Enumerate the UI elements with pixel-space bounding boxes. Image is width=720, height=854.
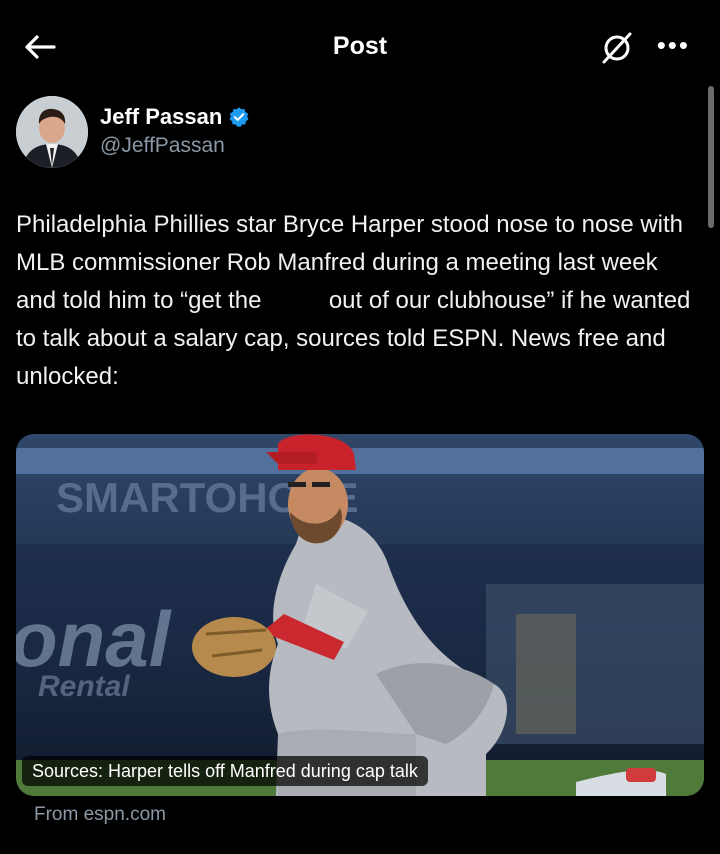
top-actions: •••: [599, 30, 690, 66]
scrollbar[interactable]: [708, 86, 714, 228]
grok-icon[interactable]: [599, 30, 635, 66]
author-handle[interactable]: @JeffPassan: [100, 134, 225, 158]
link-card-caption: Sources: Harper tells off Manfred during…: [22, 756, 428, 786]
verified-badge-icon: [229, 107, 249, 127]
top-bar: Post •••: [0, 0, 720, 84]
avatar[interactable]: [16, 96, 88, 168]
more-horizontal-icon[interactable]: •••: [657, 32, 690, 58]
link-source[interactable]: From espn.com: [34, 804, 166, 826]
author-name[interactable]: Jeff Passan: [100, 104, 250, 130]
link-card-image[interactable]: SMARTOHONE onal Rental Sources: Harper t…: [16, 434, 704, 796]
post-header: Jeff Passan @JeffPassan: [16, 96, 616, 170]
author-name-text[interactable]: Jeff Passan: [100, 104, 222, 130]
censored-word: [268, 287, 323, 313]
ad-board-subtext: Rental: [38, 670, 130, 703]
tweet-text: Philadelphia Phillies star Bryce Harper …: [16, 206, 696, 396]
baseball-photo: SMARTOHONE onal Rental: [16, 434, 704, 796]
